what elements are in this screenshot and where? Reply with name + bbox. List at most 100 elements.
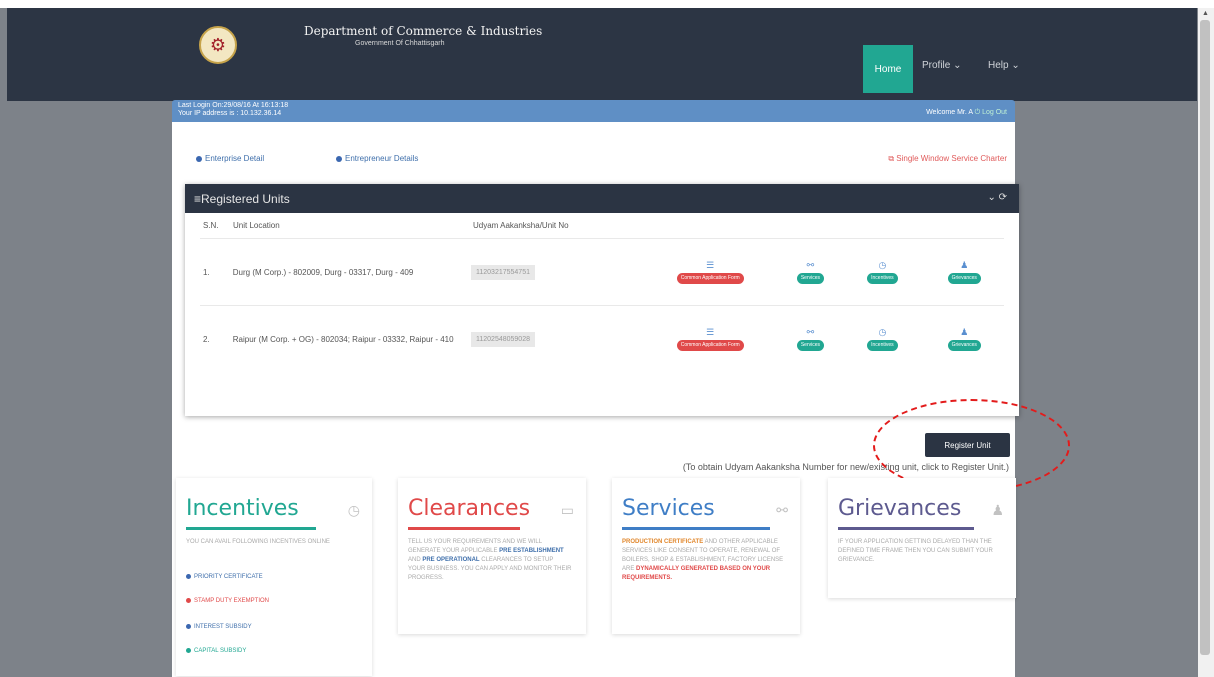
incentives-button[interactable]: Incentives [867, 273, 898, 284]
incentives-card[interactable]: Incentives ◷ YOU CAN AVAIL FOLLOWING INC… [176, 478, 372, 676]
udyam-number: 11203217554751 [471, 264, 535, 280]
clearances-text-b: PRE ESTABLISHMENT [499, 548, 564, 554]
services-button[interactable]: Services [796, 340, 825, 351]
title-underline [622, 527, 770, 530]
scroll-up-icon[interactable]: ▲ [1202, 10, 1209, 17]
entrepreneur-details-link[interactable]: Entrepreneur Details [336, 154, 418, 163]
row-udyam: 11203217554751 [471, 264, 640, 280]
incentives-text: YOU CAN AVAIL FOLLOWING INCENTIVES ONLIN… [186, 539, 330, 545]
refresh-icon[interactable]: ⟳ [999, 192, 1007, 203]
nav-home[interactable]: Home [863, 45, 913, 93]
emblem-icon: ⚙ [199, 26, 237, 64]
header-tools: ⌄ ⟳ [987, 192, 1007, 203]
clock-icon: ◷ [347, 502, 360, 518]
grievances-text: IF YOUR APPLICATION GETTING DELAYED THAN… [838, 539, 993, 563]
row-udyam: 11202548059028 [471, 331, 640, 347]
incentive-item[interactable]: STAMP DUTY EXEMPTION [186, 598, 269, 604]
udyam-number: 11202548059028 [471, 331, 535, 347]
incentive-item[interactable]: CAPITAL SUBSIDY [186, 648, 246, 654]
bullet-icon [336, 155, 342, 162]
grievances-action[interactable]: ♟ Grievances [925, 327, 1004, 351]
list-icon: ☰ [706, 260, 715, 270]
grievances-button[interactable]: Grievances [947, 340, 981, 351]
title-underline [186, 527, 316, 530]
bullet-icon [186, 648, 191, 653]
title-underline [408, 527, 520, 530]
clearances-title: Clearances [408, 496, 531, 521]
share-icon: ⚯ [776, 502, 788, 518]
units-table: S.N. Unit Location Udyam Aakanksha/Unit … [200, 213, 1004, 372]
caf-button[interactable]: Common Application Form [676, 273, 744, 284]
services-button[interactable]: Services [796, 273, 825, 284]
govt-subtitle: Government Of Chhattisgarh [355, 40, 445, 47]
user-icon: ♟ [960, 260, 969, 270]
share-icon: ⚯ [806, 327, 815, 337]
col-udyam: Udyam Aakanksha/Unit No [473, 221, 569, 230]
services-action[interactable]: ⚯ Services [781, 327, 841, 351]
info-bar: Last Login On:29/08/16 At 16:13:18 Your … [172, 100, 1015, 122]
incentives-action[interactable]: ◷ Incentives [840, 260, 924, 284]
incentives-title: Incentives [186, 496, 299, 521]
service-charter-link[interactable]: ⧉ Single Window Service Charter [888, 154, 1007, 164]
services-text: PRODUCTION CERTIFICATE AND OTHER APPLICA… [622, 538, 786, 583]
clearances-card[interactable]: Clearances ▭ TELL US YOUR REQUIREMENTS A… [398, 478, 586, 634]
top-navbar: ⚙ Department of Commerce & Industries Go… [7, 8, 1197, 101]
col-location: Unit Location [233, 221, 280, 230]
logout-link[interactable]: Log Out [982, 109, 1007, 116]
table-row: 2. Raipur (M Corp. + OG) - 802034; Raipu… [200, 305, 1004, 372]
service-charter-label: Single Window Service Charter [896, 154, 1007, 163]
services-text-a: PRODUCTION CERTIFICATE [622, 539, 704, 545]
incentive-item-label: INTEREST SUBSIDY [194, 624, 252, 631]
incentive-item-label: STAMP DUTY EXEMPTION [194, 598, 270, 605]
chevron-down-icon[interactable]: ⌄ [987, 192, 995, 203]
caf-action[interactable]: ☰ Common Application Form [640, 327, 781, 351]
bullet-icon [196, 155, 202, 162]
incentive-item-label: PRIORITY CERTIFICATE [194, 574, 263, 581]
services-action[interactable]: ⚯ Services [781, 260, 841, 284]
share-icon: ⚯ [806, 260, 815, 270]
registered-units-box: ≡ Registered Units ⌄ ⟳ S.N. Unit Locatio… [185, 184, 1019, 416]
bullet-icon [186, 574, 191, 579]
grievances-button[interactable]: Grievances [947, 273, 981, 284]
enterprise-detail-link[interactable]: Enterprise Detail [196, 154, 264, 163]
services-card[interactable]: Services ⚯ PRODUCTION CERTIFICATE AND OT… [612, 478, 800, 634]
incentives-action[interactable]: ◷ Incentives [840, 327, 924, 351]
row-sn: 2. [203, 334, 210, 344]
grievances-card[interactable]: Grievances ♟ IF YOUR APPLICATION GETTING… [828, 478, 1016, 598]
incentive-item[interactable]: INTEREST SUBSIDY [186, 624, 252, 630]
last-login: Last Login On:29/08/16 At 16:13:18 [178, 102, 289, 109]
user-icon: ♟ [991, 502, 1004, 518]
grievances-title: Grievances [838, 496, 962, 521]
welcome-area: Welcome Mr. A ⏻ Log Out [926, 109, 1007, 117]
enterprise-detail-label: Enterprise Detail [205, 154, 265, 163]
bullet-icon [186, 598, 191, 603]
scrollbar-thumb[interactable] [1200, 20, 1210, 655]
incentives-button[interactable]: Incentives [867, 340, 898, 351]
nav-help[interactable]: Help ⌄ [988, 60, 1020, 71]
services-text-c: DYNAMICALLY GENERATED BASED ON YOUR REQU… [622, 566, 771, 581]
caf-button[interactable]: Common Application Form [676, 340, 744, 351]
table-header-row: S.N. Unit Location Udyam Aakanksha/Unit … [200, 213, 1004, 238]
units-header: ≡ Registered Units ⌄ ⟳ [185, 184, 1019, 213]
bullet-icon [186, 624, 191, 629]
units-title: Registered Units [201, 191, 290, 206]
list-icon: ☰ [706, 327, 715, 337]
clock-icon: ◷ [878, 260, 887, 270]
entrepreneur-details-label: Entrepreneur Details [345, 154, 419, 163]
dept-title: Department of Commerce & Industries [304, 24, 543, 38]
logout-icon[interactable]: ⏻ [975, 109, 982, 116]
list-icon: ≡ [194, 191, 202, 206]
row-location: Durg (M Corp.) - 802009, Durg - 03317, D… [232, 267, 414, 277]
top-strip [0, 0, 1214, 8]
grievances-action[interactable]: ♟ Grievances [925, 260, 1004, 284]
row-location: Raipur (M Corp. + OG) - 802034; Raipur -… [232, 334, 454, 344]
nav-profile[interactable]: Profile ⌄ [922, 60, 962, 71]
services-title: Services [622, 496, 715, 521]
user-icon: ♟ [960, 327, 969, 337]
clearances-text-d: PRE OPERATIONAL [422, 557, 480, 563]
title-underline [838, 527, 974, 530]
window-icon: ▭ [560, 502, 574, 518]
clearances-text-c: AND [408, 557, 421, 563]
incentive-item[interactable]: PRIORITY CERTIFICATE [186, 574, 263, 580]
caf-action[interactable]: ☰ Common Application Form [640, 260, 781, 284]
